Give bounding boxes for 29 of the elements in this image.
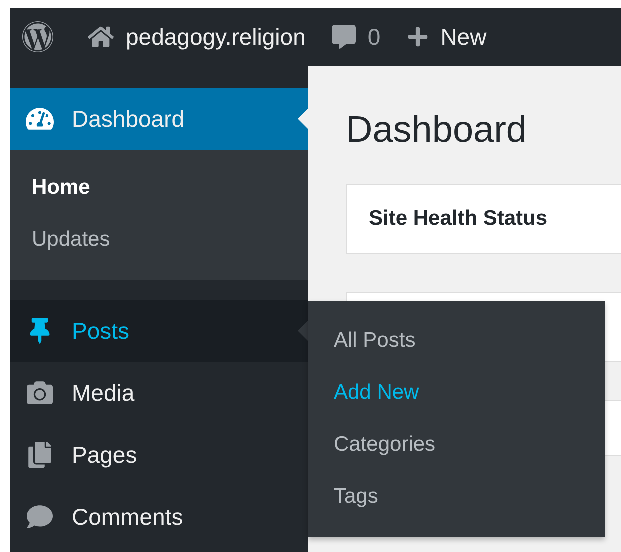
sidebar-menu-item[interactable]: Media <box>10 362 308 424</box>
flyout-menu-item[interactable]: Categories <box>308 419 605 471</box>
flyout-menu-item[interactable]: Tags <box>308 471 605 523</box>
plus-icon[interactable] <box>406 26 429 48</box>
comment-count: 0 <box>368 24 381 50</box>
sidebar-menu-item[interactable]: Dashboard <box>10 88 308 150</box>
flyout-menu-item[interactable]: Add New <box>308 367 605 419</box>
page-heading: Dashboard <box>346 112 528 148</box>
menu-label: Dashboard <box>72 106 185 132</box>
menu-label: Media <box>72 380 135 406</box>
sidebar-menu-item[interactable]: Comments <box>10 486 308 548</box>
comment-icon[interactable] <box>332 25 356 49</box>
sidebar-menu-item[interactable]: Posts <box>10 300 308 362</box>
submenu-item[interactable]: Updates <box>10 214 308 266</box>
camera-icon <box>26 380 54 406</box>
card-title: Site Health Status <box>369 207 548 231</box>
menu-label: Posts <box>72 318 130 344</box>
menu-label: Comments <box>72 504 184 530</box>
speech-bubble-icon <box>26 504 54 530</box>
wordpress-logo-icon[interactable] <box>22 21 54 53</box>
menu-label: Pages <box>72 442 138 468</box>
sidebar-menu-item[interactable]: Pages <box>10 424 308 486</box>
flyout-menu-item[interactable]: All Posts <box>308 315 605 367</box>
home-icon[interactable] <box>88 24 114 50</box>
new-link[interactable]: New <box>440 24 487 50</box>
submenu-item[interactable]: Home <box>10 162 308 214</box>
site-name-link[interactable]: pedagogy.religion <box>126 24 306 50</box>
dashboard-icon <box>26 106 54 132</box>
pages-icon <box>26 442 54 468</box>
